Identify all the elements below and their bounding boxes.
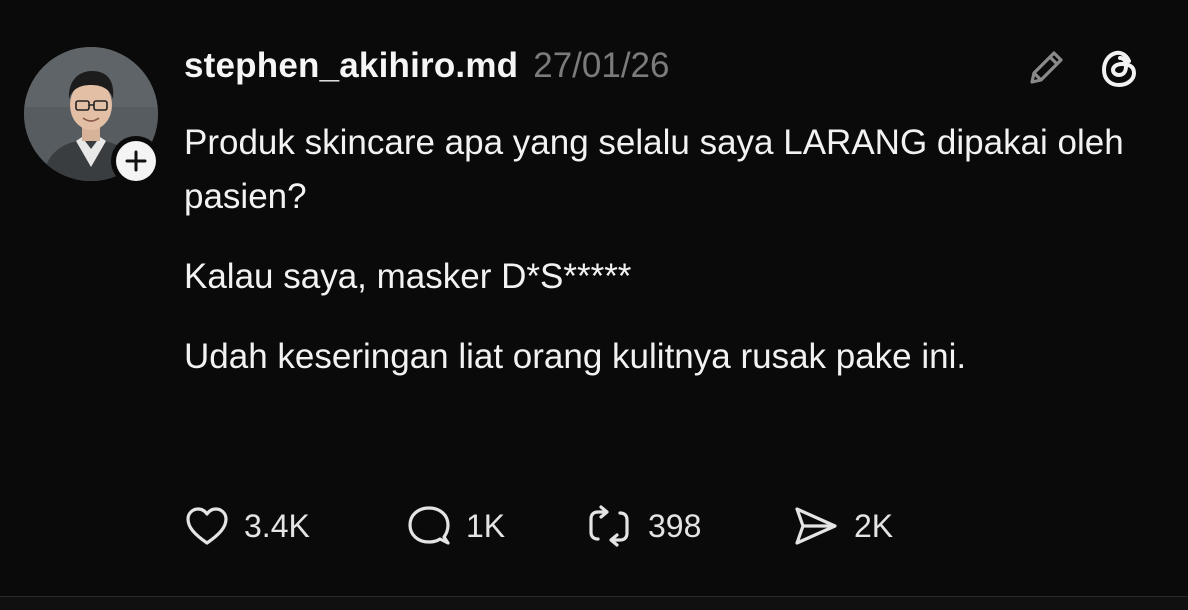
repost-icon [589,505,629,547]
thread-post: stephen_akihiro.md 27/01/26 Produk skinc… [0,0,1188,596]
send-icon [795,507,837,545]
speech-bubble-icon [408,506,450,545]
post-paragraph: Produk skincare apa yang selalu saya LAR… [184,123,1124,216]
follow-button-circle [116,141,156,181]
like-button[interactable]: 3.4K [184,500,310,552]
follow-button[interactable] [111,136,161,186]
post-action-bar: 3.4K 1K 398 2K [184,500,1144,552]
threads-app-button[interactable] [1096,44,1144,92]
heart-icon [186,507,228,545]
edit-button[interactable] [1024,44,1070,90]
pencil-icon [1030,51,1063,84]
reply-count: 1K [466,507,506,544]
next-post-edge [0,597,1188,610]
author-username[interactable]: stephen_akihiro.md [184,46,518,86]
like-count: 3.4K [244,507,310,544]
repost-count: 398 [648,507,702,544]
post-header: stephen_akihiro.md 27/01/26 [184,46,670,90]
share-button[interactable]: 2K [792,500,893,552]
post-paragraph: Kalau saya, masker D*S***** [184,257,632,296]
share-count: 2K [854,507,894,544]
plus-icon [125,150,147,172]
post-paragraph: Udah keseringan liat orang kulitnya rusa… [184,337,967,376]
post-timestamp: 27/01/26 [533,46,670,85]
repost-button[interactable]: 398 [584,500,701,552]
threads-logo-icon [1102,50,1136,87]
reply-button[interactable]: 1K [406,500,505,552]
post-body: Produk skincare apa yang selalu saya LAR… [184,116,1144,410]
